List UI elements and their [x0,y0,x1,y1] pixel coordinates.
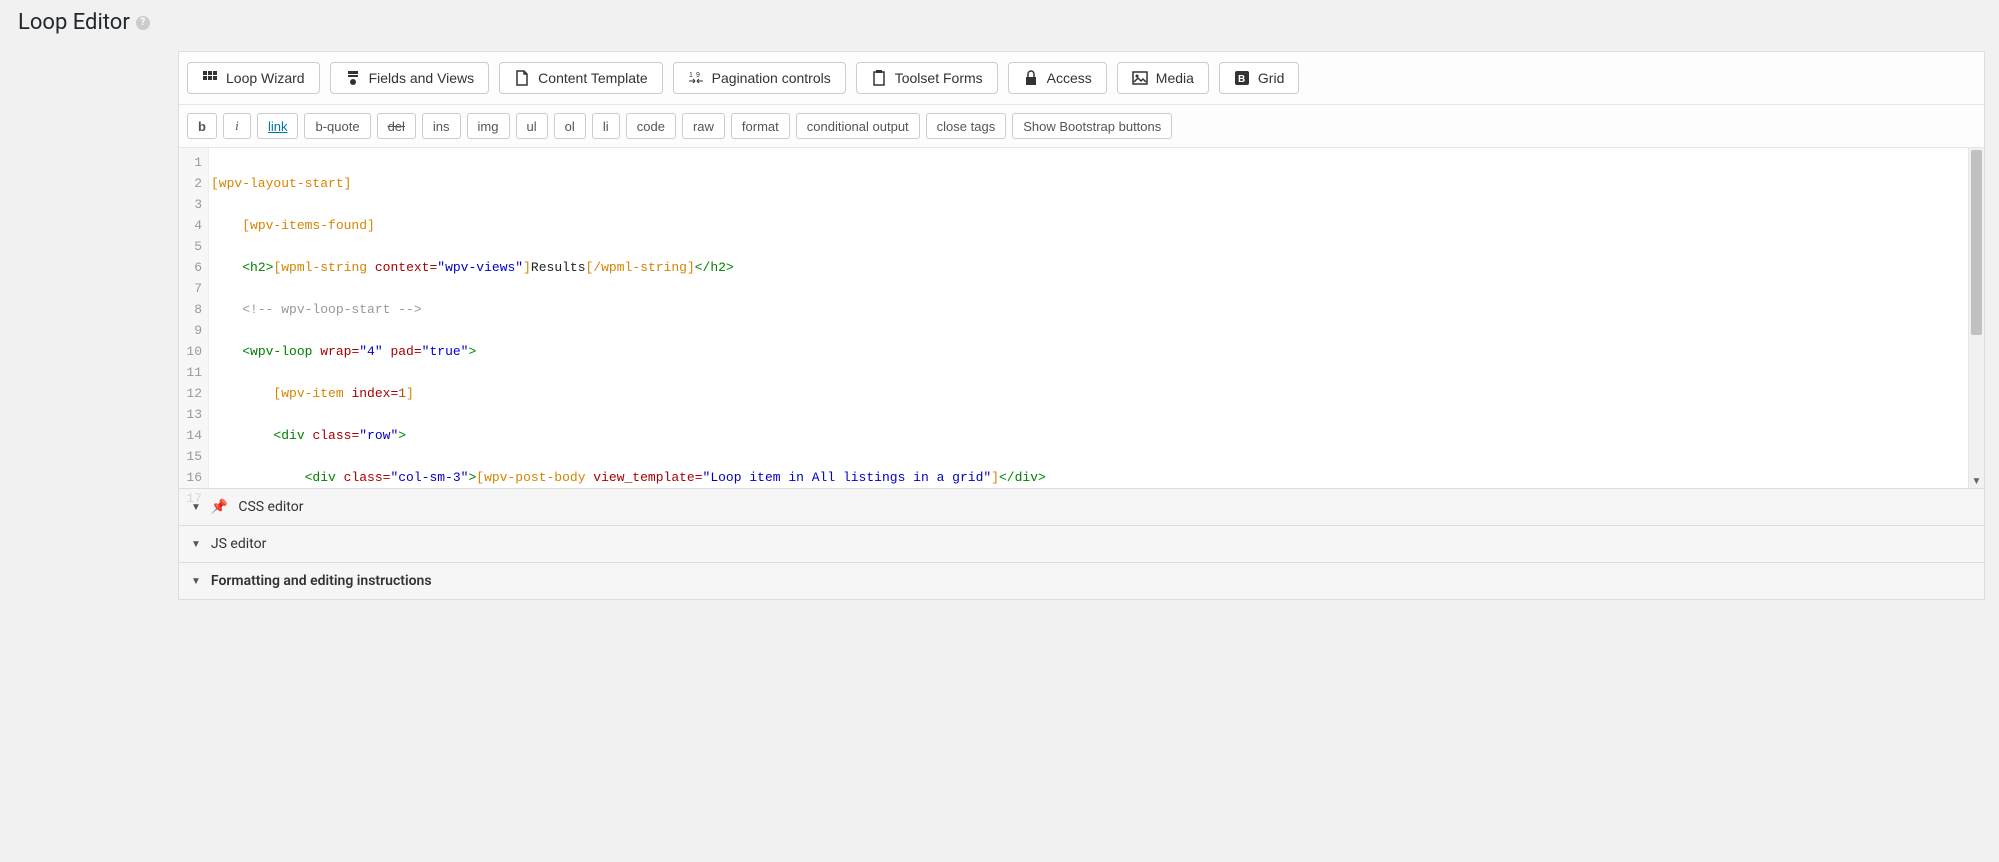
svg-text:B: B [1238,74,1245,85]
js-editor-label: JS editor [211,536,266,552]
qt-link[interactable]: link [257,113,299,139]
css-editor-label: CSS editor [238,499,303,515]
qt-img[interactable]: img [467,113,510,139]
css-editor-accordion[interactable]: ▼ 📌 CSS editor [179,488,1984,525]
grid-icon [202,70,218,86]
js-editor-accordion[interactable]: ▼ JS editor [179,525,1984,562]
svg-text:1: 1 [689,72,693,79]
formatting-accordion[interactable]: ▼ Formatting and editing instructions [179,562,1984,599]
views-icon [345,70,361,86]
page-title: Loop Editor ? [18,10,1999,35]
lock-icon [1023,70,1039,86]
content-template-button[interactable]: Content Template [499,62,662,94]
qt-bootstrap[interactable]: Show Bootstrap buttons [1012,113,1172,139]
qt-ins[interactable]: ins [422,113,461,139]
qt-conditional[interactable]: conditional output [796,113,920,139]
scroll-down-icon[interactable]: ▼ [1969,476,1984,487]
image-icon [1132,70,1148,86]
qt-bquote[interactable]: b-quote [304,113,370,139]
formatting-label: Formatting and editing instructions [211,573,432,589]
pin-icon: 📌 [211,499,228,515]
toolset-forms-button[interactable]: Toolset Forms [856,62,998,94]
loop-wizard-button[interactable]: Loop Wizard [187,62,320,94]
qt-raw[interactable]: raw [682,113,725,139]
access-button[interactable]: Access [1008,62,1107,94]
clipboard-icon [871,70,887,86]
media-button[interactable]: Media [1117,62,1209,94]
code-area[interactable]: [wpv-layout-start] [wpv-items-found] <h2… [209,148,1968,488]
quicktags-toolbar: b i link b-quote del ins img ul ol li co… [179,105,1984,148]
svg-text:9: 9 [696,72,700,79]
qt-ul[interactable]: ul [516,113,548,139]
qt-italic[interactable]: i [223,113,251,139]
line-gutter: 1234 5678 9101112 13141516 17 [179,148,209,488]
page-icon [514,70,530,86]
scroll-thumb[interactable] [1971,150,1982,335]
qt-ol[interactable]: ol [554,113,586,139]
qt-li[interactable]: li [592,113,620,139]
qt-bold[interactable]: b [187,113,217,139]
pagination-icon: 19 [688,70,704,86]
help-icon[interactable]: ? [136,16,150,30]
code-editor[interactable]: 1234 5678 9101112 13141516 17 [wpv-layou… [179,148,1984,488]
bootstrap-icon: B [1234,70,1250,86]
qt-format[interactable]: format [731,113,790,139]
qt-close-tags[interactable]: close tags [926,113,1007,139]
grid-button[interactable]: B Grid [1219,62,1299,94]
scrollbar[interactable]: ▲ ▼ [1968,148,1984,488]
editor-panel: Loop Wizard Fields and Views Content Tem… [178,51,1985,600]
page-title-text: Loop Editor [18,10,130,35]
fields-views-button[interactable]: Fields and Views [330,62,490,94]
chevron-down-icon: ▼ [191,539,201,550]
qt-del[interactable]: del [377,113,416,139]
insert-toolbar: Loop Wizard Fields and Views Content Tem… [179,52,1984,105]
qt-code[interactable]: code [626,113,676,139]
pagination-button[interactable]: 19 Pagination controls [673,62,846,94]
chevron-down-icon: ▼ [191,576,201,587]
